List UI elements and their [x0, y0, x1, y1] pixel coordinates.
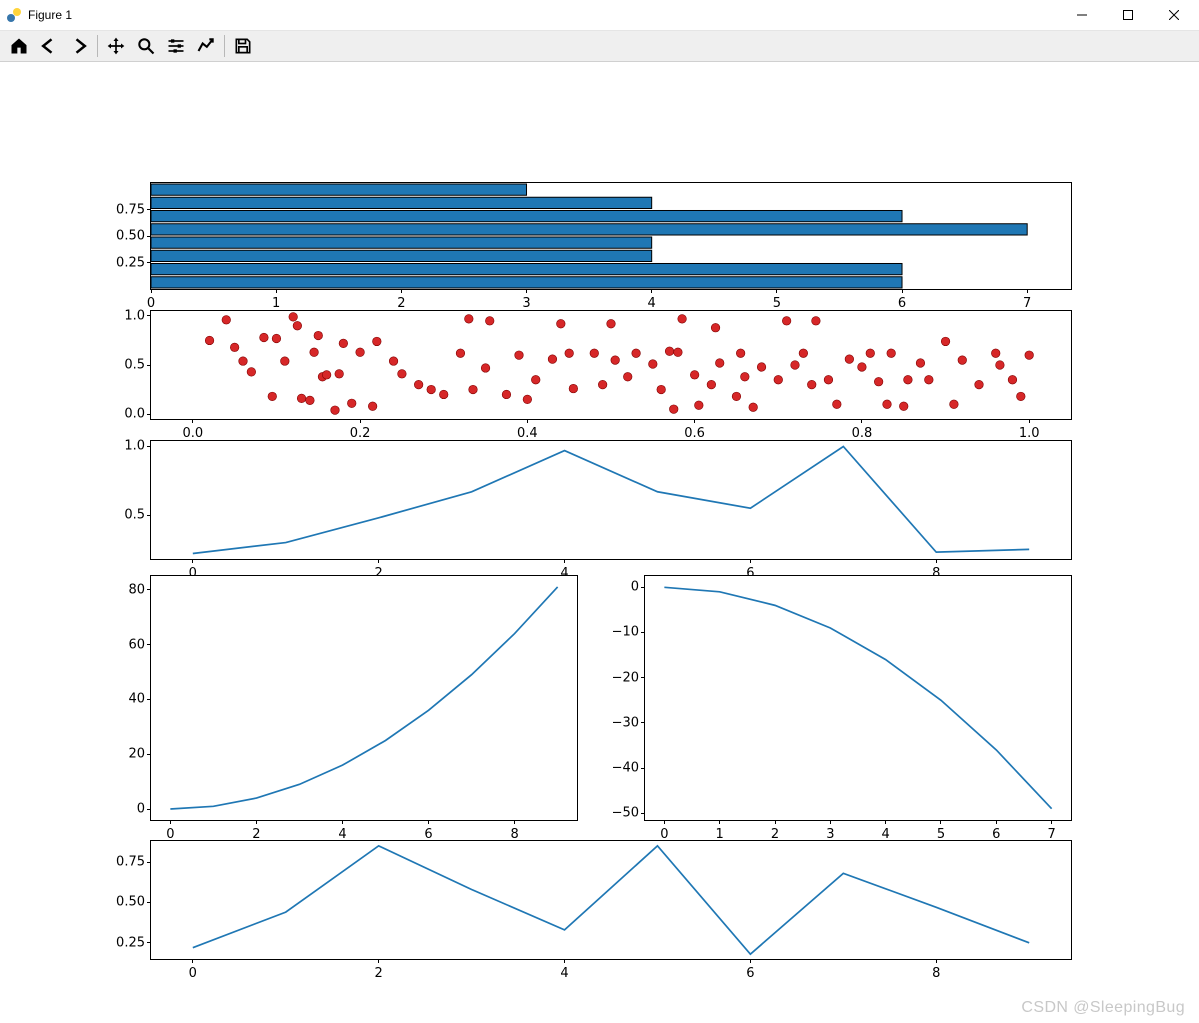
y-tick-label: 0: [137, 802, 145, 817]
axes-scatter: 0.00.20.40.60.81.00.00.51.0: [150, 310, 1072, 420]
x-tick-label: 0.6: [684, 426, 705, 441]
x-tick-label: 3: [522, 296, 530, 311]
x-tick-label: 2: [375, 966, 383, 981]
y-tick-label: 1.0: [124, 439, 145, 454]
y-tick-label: −20: [612, 670, 639, 685]
window-titlebar: Figure 1: [0, 0, 1199, 31]
y-tick-label: 0.5: [124, 358, 145, 373]
x-tick-label: 6: [746, 966, 754, 981]
x-tick-label: 2: [397, 296, 405, 311]
y-tick-label: −50: [612, 806, 639, 821]
x-tick-label: 0.8: [852, 426, 873, 441]
y-tick-label: 0.25: [116, 935, 145, 950]
window-title: Figure 1: [28, 8, 72, 22]
y-tick-label: 40: [128, 692, 145, 707]
forward-icon[interactable]: [64, 32, 94, 60]
app-icon: [6, 7, 22, 23]
x-tick-label: 8: [932, 966, 940, 981]
axes-barh: 0.250.500.7501234567: [150, 182, 1072, 290]
matplotlib-toolbar: [0, 31, 1199, 62]
edit-axis-icon[interactable]: [191, 32, 221, 60]
x-tick-label: 4: [648, 296, 656, 311]
home-icon[interactable]: [4, 32, 34, 60]
x-tick-label: 0: [147, 296, 155, 311]
axes-line-2: 024680.250.500.75: [150, 840, 1072, 960]
y-tick-label: 0.75: [116, 855, 145, 870]
x-tick-label: 0.2: [350, 426, 371, 441]
toolbar-separator: [97, 35, 98, 57]
maximize-button[interactable]: [1105, 0, 1151, 30]
x-tick-label: 0: [189, 966, 197, 981]
save-icon[interactable]: [228, 32, 258, 60]
x-tick-label: 0.4: [517, 426, 538, 441]
x-tick-label: 5: [773, 296, 781, 311]
axes-line-quadratic-down: 01234567−50−40−30−20−100: [644, 575, 1072, 821]
x-tick-label: 1.0: [1019, 426, 1040, 441]
y-tick-label: 0.0: [124, 407, 145, 422]
y-tick-label: 80: [128, 582, 145, 597]
pan-icon[interactable]: [101, 32, 131, 60]
y-tick-label: −10: [612, 625, 639, 640]
y-tick-label: −40: [612, 761, 639, 776]
x-tick-label: 7: [1023, 296, 1031, 311]
toolbar-separator: [224, 35, 225, 57]
watermark: CSDN @SleepingBug: [1021, 999, 1185, 1017]
y-tick-label: 0.25: [116, 255, 145, 270]
zoom-icon[interactable]: [131, 32, 161, 60]
y-tick-label: 0.5: [124, 508, 145, 523]
x-tick-label: 1: [272, 296, 280, 311]
y-tick-label: 0.75: [116, 202, 145, 217]
minimize-button[interactable]: [1059, 0, 1105, 30]
y-tick-label: −30: [612, 715, 639, 730]
y-tick-label: 60: [128, 637, 145, 652]
x-tick-label: 6: [898, 296, 906, 311]
y-tick-label: 0: [631, 580, 639, 595]
x-tick-label: 0.0: [182, 426, 203, 441]
axes-line-quadratic-up: 02468020406080: [150, 575, 578, 821]
y-tick-label: 0.50: [116, 229, 145, 244]
y-tick-label: 1.0: [124, 308, 145, 323]
figure-canvas[interactable]: 0.250.500.7501234567 0.00.20.40.60.81.00…: [0, 62, 1199, 1023]
close-button[interactable]: [1151, 0, 1197, 30]
y-tick-label: 20: [128, 747, 145, 762]
back-icon[interactable]: [34, 32, 64, 60]
y-tick-label: 0.50: [116, 895, 145, 910]
x-tick-label: 4: [560, 966, 568, 981]
subplots-icon[interactable]: [161, 32, 191, 60]
axes-line-1: 024680.51.0: [150, 440, 1072, 560]
